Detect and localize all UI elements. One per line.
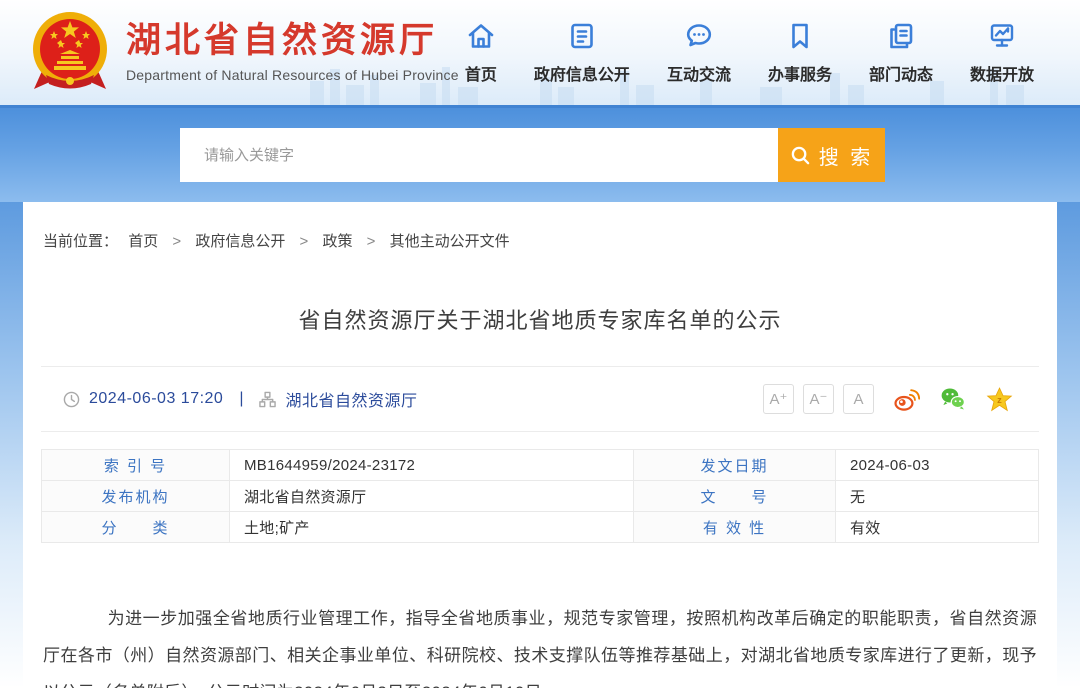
meta-value-issue-date: 2024-06-03 [836,450,1039,481]
article-tools: A⁺ A⁻ A [754,384,1013,414]
meta-label-validity: 有 效 性 [634,512,836,543]
site-subtitle: Department of Natural Resources of Hubei… [126,67,459,83]
nav-item-gov-info[interactable]: 政府信息公开 [534,20,630,85]
nav-item-interaction[interactable]: 互动交流 [667,20,731,85]
home-icon [465,20,497,52]
nav-label: 互动交流 [667,61,731,85]
breadcrumb-separator: > [300,233,309,250]
breadcrumb-separator: > [172,233,181,250]
divider [41,431,1039,432]
article-title: 省自然资源厅关于湖北省地质专家库名单的公示 [27,303,1053,335]
site-brand: 湖北省自然资源厅 Department of Natural Resources… [126,22,459,84]
breadcrumb-item-home[interactable]: 首页 [128,233,158,250]
search-button[interactable]: 搜 索 [778,128,885,182]
qzone-share-icon[interactable]: z [986,386,1013,413]
page-background: 当前位置： 首页 > 政府信息公开 > 政策 > 其他主动公开文件 省自然资源厅… [0,202,1080,688]
table-row: 发布机构 湖北省自然资源厅 文 号 无 [42,481,1039,512]
article-source: 湖北省自然资源厅 [285,387,417,411]
nav-item-open-data[interactable]: 数据开放 [970,20,1034,85]
meta-label-category: 分 类 [42,512,230,543]
breadcrumb-item-gov-info[interactable]: 政府信息公开 [195,233,285,250]
nav-item-services[interactable]: 办事服务 [768,20,832,85]
search-button-label: 搜 索 [819,141,874,170]
source-icon [259,391,276,408]
site-title: 湖北省自然资源厅 [126,22,459,61]
article-body-paragraph: 为进一步加强全省地质行业管理工作，指导全省地质事业，规范专家管理，按照机构改革后… [43,600,1037,688]
nav-item-department-news[interactable]: 部门动态 [869,20,933,85]
table-row: 索 引 号 MB1644959/2024-23172 发文日期 2024-06-… [42,450,1039,481]
site-header: 湖北省自然资源厅 Department of Natural Resources… [0,0,1080,105]
search-icon [790,145,811,166]
main-nav: 首页 政府信息公开 互动交流 [465,20,1034,85]
breadcrumb: 当前位置： 首页 > 政府信息公开 > 政策 > 其他主动公开文件 [27,202,1053,251]
nav-label: 数据开放 [970,61,1034,85]
nav-label: 办事服务 [768,61,832,85]
meta-value-index-number: MB1644959/2024-23172 [230,450,634,481]
article-meta-row: 2024-06-03 17:20 | 湖北省自然资源厅 A⁺ A⁻ A [27,367,1053,431]
font-increase-button[interactable]: A⁺ [763,384,794,414]
chat-icon [683,20,715,52]
nav-label: 部门动态 [869,61,933,85]
content-card: 当前位置： 首页 > 政府信息公开 > 政策 > 其他主动公开文件 省自然资源厅… [23,202,1057,688]
nav-item-home[interactable]: 首页 [465,20,497,85]
meta-label-issuing-agency: 发布机构 [42,481,230,512]
bookmark-icon [784,20,816,52]
search-input[interactable] [180,128,778,182]
meta-value-validity: 有效 [836,512,1039,543]
breadcrumb-prefix: 当前位置： [43,233,118,250]
publish-info: 2024-06-03 17:20 | 湖北省自然资源厅 [63,387,418,411]
nav-label: 政府信息公开 [534,61,630,85]
breadcrumb-separator: > [367,233,376,250]
weibo-share-icon[interactable] [893,386,920,413]
search-section: 搜 索 [0,105,1080,202]
wechat-share-icon[interactable] [939,385,967,413]
breadcrumb-item-policy[interactable]: 政策 [322,233,352,250]
meta-label-index-number: 索 引 号 [42,450,230,481]
stack-icon [885,20,917,52]
monitor-icon [986,20,1018,52]
meta-separator: | [239,390,243,408]
table-row: 分 类 土地;矿产 有 效 性 有效 [42,512,1039,543]
national-emblem-logo [30,9,110,97]
breadcrumb-item-other-docs[interactable]: 其他主动公开文件 [390,233,510,250]
meta-value-doc-number: 无 [836,481,1039,512]
publish-time: 2024-06-03 17:20 [89,390,223,408]
nav-label: 首页 [465,61,497,85]
svg-text:z: z [997,394,1002,404]
font-reset-button[interactable]: A [843,384,874,414]
meta-label-issue-date: 发文日期 [634,450,836,481]
font-decrease-button[interactable]: A⁻ [803,384,834,414]
meta-value-issuing-agency: 湖北省自然资源厅 [230,481,634,512]
document-icon [566,20,598,52]
meta-value-category: 土地;矿产 [230,512,634,543]
meta-label-doc-number: 文 号 [634,481,836,512]
clock-icon [63,391,80,408]
document-meta-table: 索 引 号 MB1644959/2024-23172 发文日期 2024-06-… [41,449,1039,543]
